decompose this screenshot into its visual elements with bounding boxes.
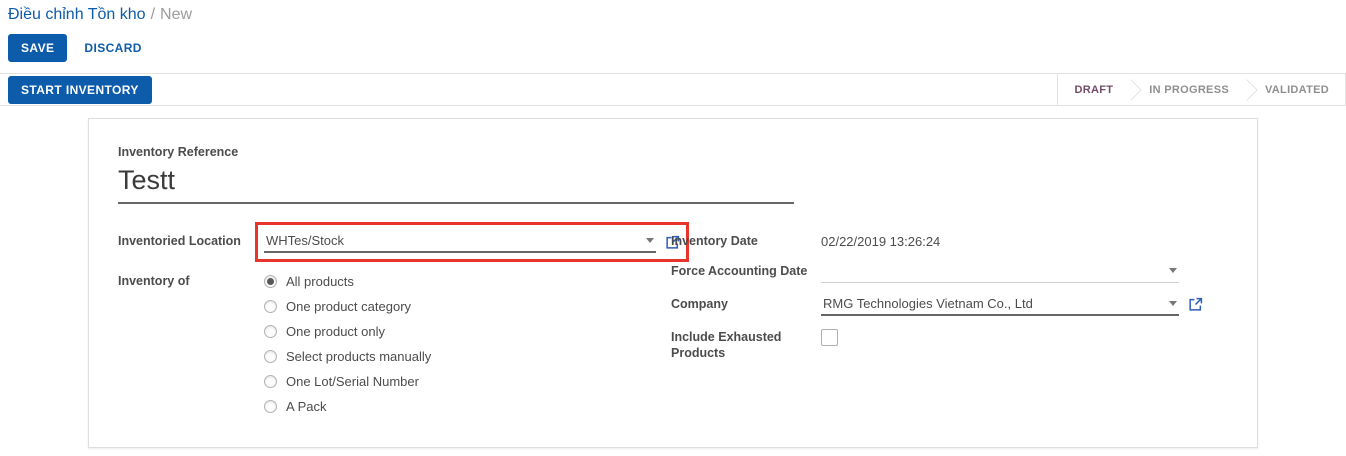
radio-label: One product category xyxy=(286,299,411,314)
company-input[interactable]: RMG Technologies Vietnam Co., Ltd xyxy=(821,294,1179,316)
radio-one-product-only[interactable]: One product only xyxy=(264,324,431,339)
breadcrumb-separator: / xyxy=(146,6,160,23)
force-accounting-date-input[interactable] xyxy=(821,261,1179,283)
radio-label: One Lot/Serial Number xyxy=(286,374,419,389)
include-exhausted-products-checkbox[interactable] xyxy=(821,329,838,346)
company-field-wrap: RMG Technologies Vietnam Co., Ltd xyxy=(821,294,1203,316)
inventoried-location-row: Inventoried Location WHTes/Stock xyxy=(118,231,671,253)
radio-label: A Pack xyxy=(286,399,326,414)
inventoried-location-input[interactable]: WHTes/Stock xyxy=(264,231,656,253)
form-columns: Inventoried Location WHTes/Stock Invento… xyxy=(118,231,1257,435)
inventory-reference-label: Inventory Reference xyxy=(118,145,1257,161)
breadcrumb-current: New xyxy=(160,6,192,23)
radio-icon[interactable] xyxy=(264,350,277,363)
chevron-down-icon[interactable] xyxy=(646,238,654,243)
radio-all-products[interactable]: All products xyxy=(264,274,431,289)
radio-one-lot-serial-number[interactable]: One Lot/Serial Number xyxy=(264,374,431,389)
form-control-strip: START INVENTORY DRAFT IN PROGRESS VALIDA… xyxy=(0,73,1346,106)
statusbar-item-in-progress[interactable]: IN PROGRESS xyxy=(1133,84,1245,96)
chevron-right-icon xyxy=(1121,79,1142,100)
radio-icon[interactable] xyxy=(264,400,277,413)
include-exhausted-products-label: Include Exhausted Products xyxy=(671,327,821,361)
radio-selected-icon[interactable] xyxy=(264,275,277,288)
inventory-reference-input[interactable]: Testt xyxy=(118,166,794,205)
statusbar-item-draft[interactable]: DRAFT xyxy=(1058,84,1129,96)
inventoried-location-label: Inventoried Location xyxy=(118,231,264,253)
radio-label: All products xyxy=(286,274,354,289)
inventory-date-row: Inventory Date 02/22/2019 13:26:24 xyxy=(671,231,1257,250)
company-label: Company xyxy=(671,294,821,316)
inventory-date-label: Inventory Date xyxy=(671,231,821,250)
discard-button[interactable]: DISCARD xyxy=(84,41,141,55)
record-actions-row: SAVE DISCARD xyxy=(0,24,1346,73)
radio-icon[interactable] xyxy=(264,300,277,313)
include-exhausted-products-row: Include Exhausted Products xyxy=(671,327,1257,361)
chevron-right-icon xyxy=(1236,79,1257,100)
inventory-of-radio-group: All products One product category One pr… xyxy=(264,271,431,424)
form-left-column: Inventoried Location WHTes/Stock Invento… xyxy=(118,231,671,435)
form-sheet: Inventory Reference Testt Inventoried Lo… xyxy=(88,118,1258,448)
company-value: RMG Technologies Vietnam Co., Ltd xyxy=(823,296,1033,311)
radio-a-pack[interactable]: A Pack xyxy=(264,399,431,414)
inventory-of-label: Inventory of xyxy=(118,271,264,424)
form-right-column: Inventory Date 02/22/2019 13:26:24 Force… xyxy=(671,231,1257,435)
radio-one-product-category[interactable]: One product category xyxy=(264,299,431,314)
radio-icon[interactable] xyxy=(264,375,277,388)
force-accounting-date-label: Force Accounting Date xyxy=(671,261,821,283)
chevron-down-icon[interactable] xyxy=(1169,268,1177,273)
inventoried-location-highlight: WHTes/Stock xyxy=(264,231,680,253)
external-link-icon[interactable] xyxy=(1188,297,1203,312)
inventoried-location-value: WHTes/Stock xyxy=(266,233,344,248)
inventory-date-value: 02/22/2019 13:26:24 xyxy=(821,231,940,250)
breadcrumb-parent-link[interactable]: Điều chỉnh Tồn kho xyxy=(8,6,146,23)
start-inventory-button[interactable]: START INVENTORY xyxy=(8,76,152,104)
radio-label: Select products manually xyxy=(286,349,431,364)
chevron-down-icon[interactable] xyxy=(1169,301,1177,306)
radio-icon[interactable] xyxy=(264,325,277,338)
breadcrumb: Điều chỉnh Tồn kho/New xyxy=(0,0,1346,24)
statusbar-item-validated[interactable]: VALIDATED xyxy=(1249,84,1345,96)
statusbar: DRAFT IN PROGRESS VALIDATED xyxy=(1057,74,1346,105)
radio-select-products-manually[interactable]: Select products manually xyxy=(264,349,431,364)
company-row: Company RMG Technologies Vietnam Co., Lt… xyxy=(671,294,1257,316)
inventory-of-row: Inventory of All products One product ca… xyxy=(118,271,671,424)
inventory-reference-group: Inventory Reference Testt xyxy=(118,145,1257,204)
force-accounting-date-value xyxy=(823,263,827,278)
radio-label: One product only xyxy=(286,324,385,339)
force-accounting-date-row: Force Accounting Date xyxy=(671,261,1257,283)
save-button[interactable]: SAVE xyxy=(8,34,67,62)
